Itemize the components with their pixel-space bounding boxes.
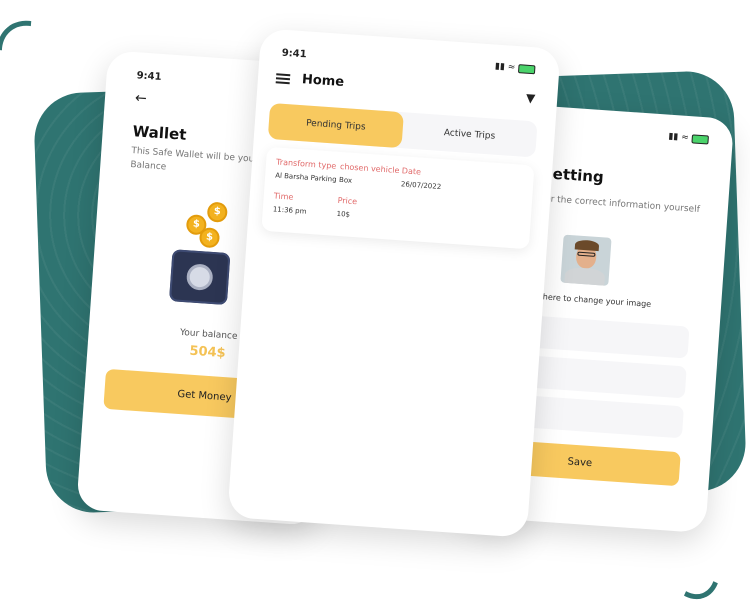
menu-icon[interactable] [275, 73, 291, 85]
status-time: 9:41 [136, 70, 162, 83]
date-label: Date [401, 166, 422, 177]
price-value: 10$ [336, 209, 351, 219]
price-label: Price [337, 195, 358, 207]
decor-arc-bottom [654, 522, 730, 607]
trip-card[interactable]: Transform type Al Barsha Parking chosen … [261, 146, 535, 250]
avatar[interactable] [560, 234, 612, 286]
coin-icon: $ [198, 227, 221, 249]
page-title: Wallet [132, 122, 188, 144]
tab-active-trips[interactable]: Active Trips [401, 112, 537, 157]
filter-icon[interactable]: ▼ [526, 91, 536, 106]
vehicle-label: chosen vehicle [339, 161, 400, 176]
status-icons: ▮▮ ≈ [495, 62, 536, 75]
battery-icon [517, 63, 536, 74]
tab-pending-trips[interactable]: Pending Trips [267, 102, 404, 149]
wifi-icon: ≈ [507, 62, 516, 73]
safe-dial-icon [185, 263, 214, 291]
status-icons: ▮▮ ≈ [667, 131, 710, 145]
time-value: 11:36 pm [272, 205, 307, 216]
vehicle-value: Box [338, 175, 353, 185]
transform-type-label: Transform type [275, 157, 337, 171]
status-time: 9:41 [281, 47, 307, 61]
home-phone: 9:41 ▮▮ ≈ Home ▼ Pending Trips Active Tr… [227, 28, 561, 538]
safe-icon [168, 249, 231, 306]
date-value: 26/07/2022 [400, 180, 442, 192]
signal-icon: ▮▮ [494, 61, 506, 73]
page-title: Home [301, 72, 345, 91]
back-arrow-icon[interactable]: ← [134, 90, 147, 107]
time-label: Time [273, 191, 294, 202]
wifi-icon: ≈ [680, 132, 690, 144]
signal-icon: ▮▮ [667, 131, 679, 143]
avatar-hair [574, 239, 600, 252]
transform-type-value: Al Barsha Parking [274, 171, 337, 184]
battery-icon [691, 133, 710, 144]
coin-icon: $ [206, 201, 228, 223]
avatar-body [564, 266, 606, 286]
